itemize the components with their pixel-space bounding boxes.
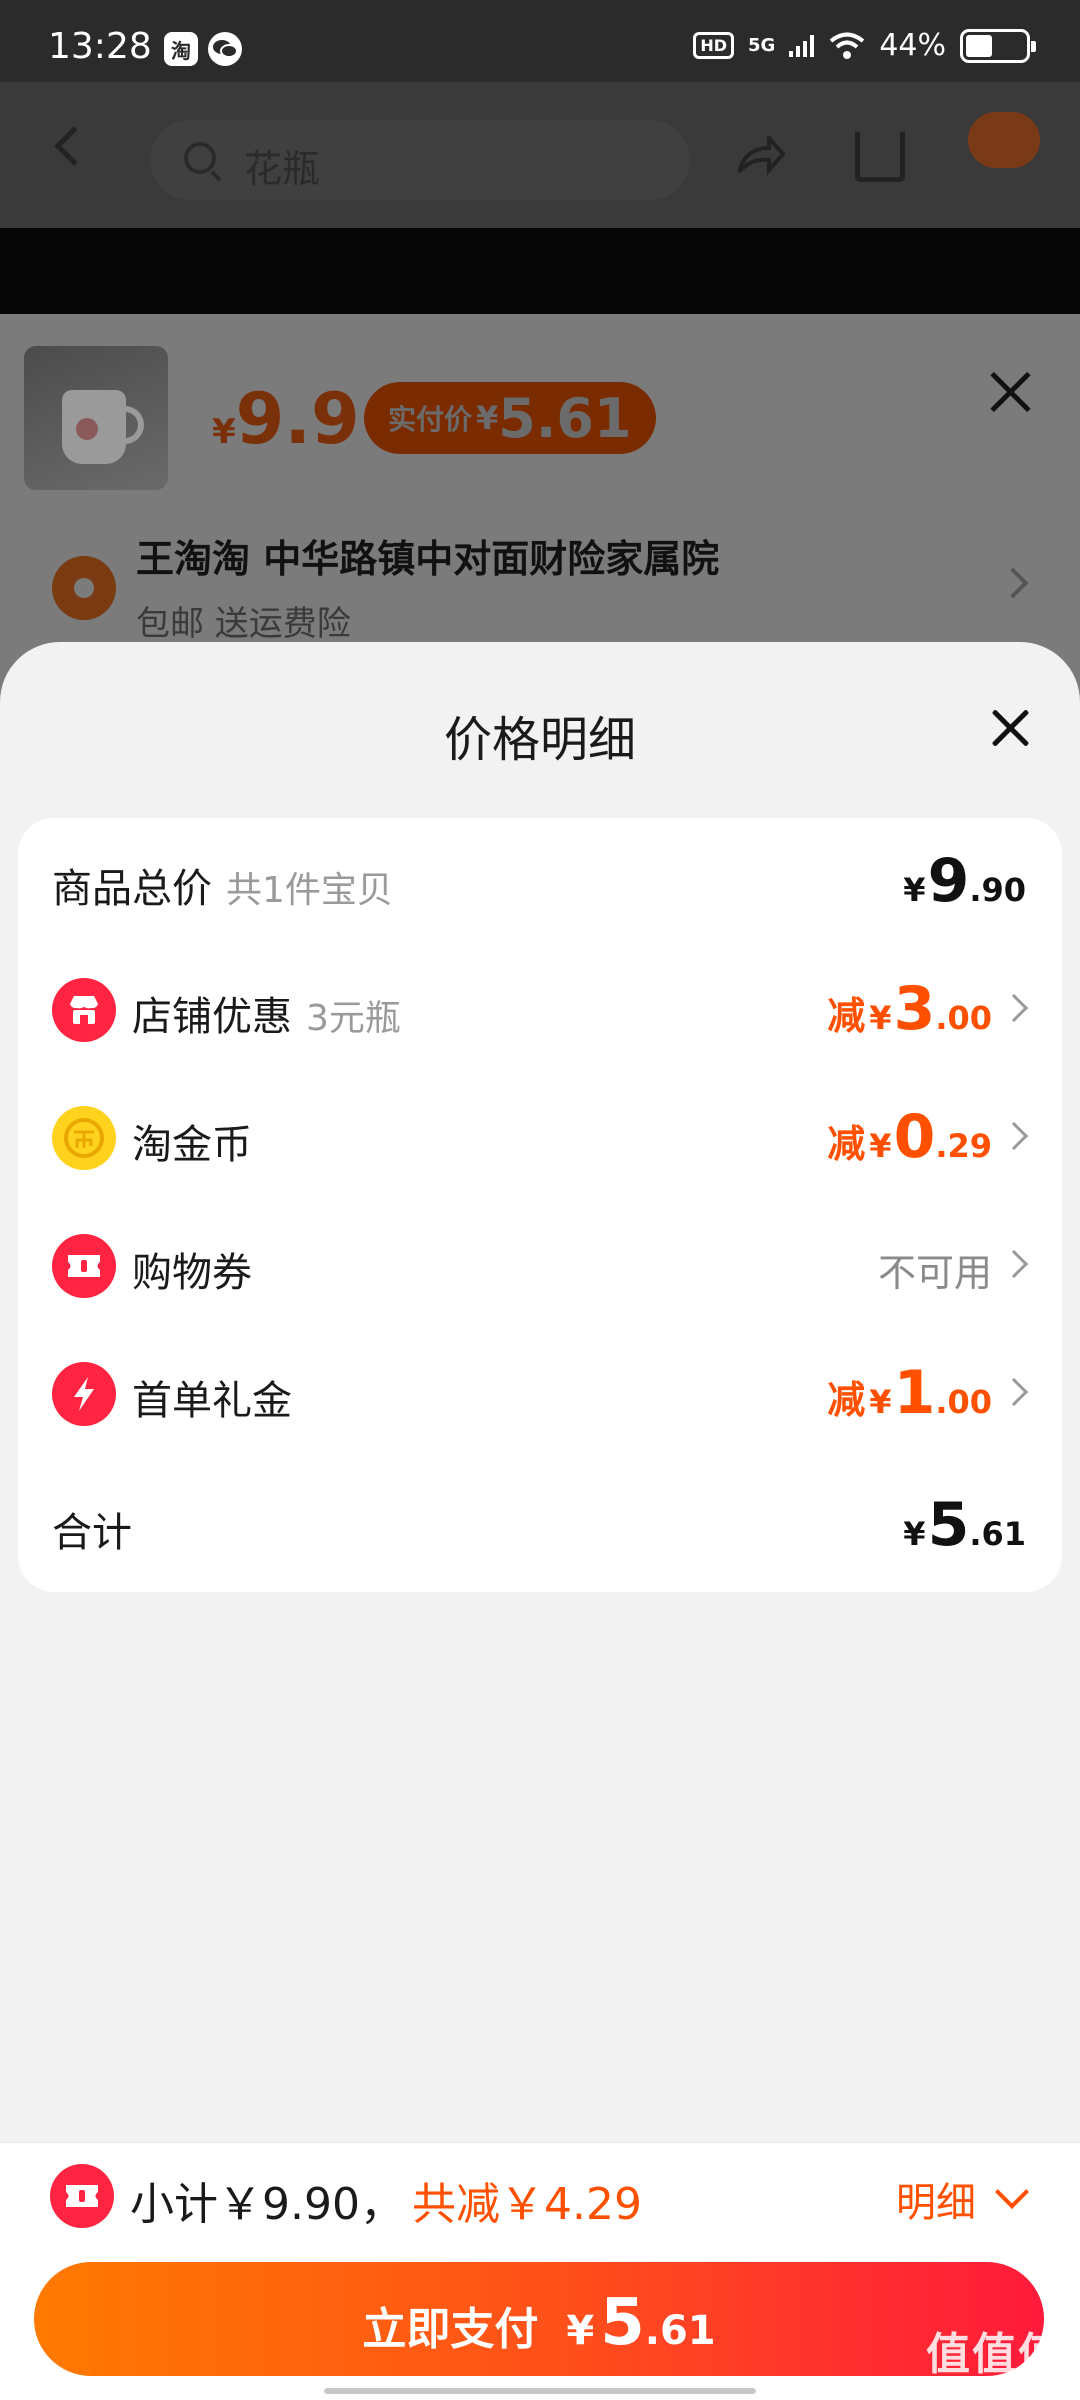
- coupon-icon: [50, 2164, 114, 2228]
- search-bar[interactable]: 花瓶: [150, 120, 690, 200]
- hd-icon: HD: [693, 32, 734, 59]
- delivery-address[interactable]: 王淘淘 中华路镇中对面财险家属院: [136, 528, 719, 583]
- row-status: 不可用: [877, 1251, 992, 1295]
- signal-icon: [789, 34, 815, 57]
- shipping-info: 包邮 送运费险: [136, 604, 351, 644]
- row-label: 淘金币: [132, 1122, 252, 1168]
- wechat-app-icon: [208, 32, 242, 66]
- product-nav-bar: 花瓶: [0, 82, 1080, 228]
- row-taojinbi[interactable]: 淘金币 减 ¥0.29: [18, 1088, 1062, 1188]
- row-label: 合计: [52, 1510, 132, 1556]
- back-arrow-icon[interactable]: [54, 126, 94, 166]
- row-label: 首单礼金: [132, 1378, 292, 1424]
- chevron-right-icon: [999, 1121, 1029, 1151]
- chat-icon[interactable]: [968, 112, 1040, 168]
- row-total: 合计 ¥5.61: [18, 1476, 1062, 1576]
- chevron-right-icon: [999, 993, 1029, 1023]
- row-amount: ¥5.61: [903, 1490, 1026, 1560]
- battery-icon: [960, 28, 1036, 63]
- sheet-title: 价格明细: [443, 712, 636, 768]
- search-placeholder: 花瓶: [244, 147, 321, 191]
- lightning-icon: [52, 1362, 116, 1426]
- price-detail-card: 商品总价 共1件宝贝 ¥9.90 店铺优惠 3元瓶 减 ¥3.00 淘金币 减 ¥0.2…: [18, 818, 1062, 1592]
- row-goods-total: 商品总价 共1件宝贝 ¥9.90: [18, 832, 1062, 932]
- row-amount: ¥9.90: [903, 846, 1026, 916]
- home-indicator[interactable]: [324, 2388, 756, 2394]
- row-label: 店铺优惠 3元瓶: [132, 994, 401, 1040]
- pay-now-button[interactable]: 立即支付 ¥5.61: [34, 2262, 1044, 2376]
- chevron-right-icon: [999, 1249, 1029, 1279]
- status-time: 13:28: [48, 26, 152, 67]
- row-amount: 减 ¥3.00: [827, 974, 992, 1044]
- location-pin-icon: [52, 556, 116, 620]
- row-label: 购物券: [132, 1250, 252, 1296]
- close-icon[interactable]: [988, 370, 1032, 414]
- coupon-icon: [52, 1234, 116, 1298]
- watermark: 值值值 zhizhizhi.com: [926, 2329, 1064, 2399]
- row-first-order-gift[interactable]: 首单礼金 减 ¥1.00: [18, 1344, 1062, 1444]
- shop-icon: [52, 978, 116, 1042]
- gold-coin-icon: [52, 1106, 116, 1170]
- row-shopping-coupon[interactable]: 购物券 不可用: [18, 1216, 1062, 1316]
- row-label: 商品总价 共1件宝贝: [52, 866, 393, 912]
- network-label: 5G: [748, 35, 776, 56]
- row-amount: 减 ¥0.29: [827, 1102, 992, 1172]
- chevron-right-icon: [999, 1377, 1029, 1407]
- battery-percent: 44%: [879, 28, 946, 63]
- paid-price-badge: 实付价 ¥5.61: [364, 382, 656, 454]
- row-amount: 减 ¥1.00: [827, 1358, 992, 1428]
- product-price: ¥9.9: [212, 378, 360, 460]
- sheet-close-icon[interactable]: [990, 708, 1030, 748]
- search-icon: [184, 142, 216, 174]
- wifi-icon: [830, 32, 865, 59]
- row-store-discount[interactable]: 店铺优惠 3元瓶 减 ¥3.00: [18, 960, 1062, 1060]
- detail-toggle[interactable]: 明细: [896, 2170, 976, 2228]
- product-thumbnail: [24, 346, 168, 490]
- cart-icon[interactable]: [855, 132, 905, 182]
- subtotal-text: 小计￥9.90， 共减￥4.29: [130, 2179, 642, 2230]
- share-icon[interactable]: [735, 132, 786, 176]
- product-banner: [0, 228, 1080, 314]
- taobao-app-icon: 淘: [164, 32, 198, 66]
